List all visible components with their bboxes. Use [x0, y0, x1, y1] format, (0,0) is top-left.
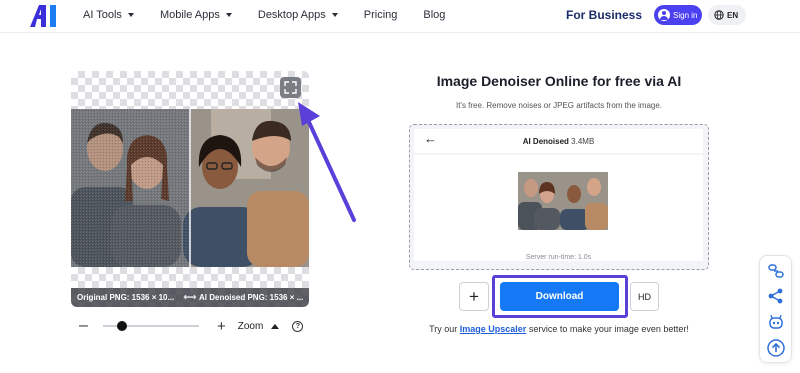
result-thumbnail[interactable] — [518, 172, 608, 230]
share-icon[interactable] — [767, 287, 785, 305]
nav-ai-tools[interactable]: AI Tools — [83, 9, 134, 21]
language-selector[interactable]: EN — [708, 5, 746, 25]
top-navigation-bar: AI Tools Mobile Apps Desktop Apps Pricin… — [0, 0, 800, 33]
zoom-out-button[interactable]: – — [79, 317, 91, 335]
chevron-down-icon — [225, 13, 232, 17]
robot-icon[interactable] — [767, 313, 785, 331]
result-label: AI Denoised — [522, 136, 569, 146]
promo-prefix: Try our — [429, 324, 458, 334]
nav-mobile-apps-label: Mobile Apps — [159, 9, 220, 21]
compare-labels-bar: Original PNG: 1536 × 10... ⟷ AI Denoised… — [71, 288, 309, 307]
floating-toolbar — [759, 255, 792, 363]
chevron-up-icon[interactable] — [271, 323, 280, 329]
promo-suffix: service to make your image even better! — [528, 324, 689, 334]
zoom-slider-handle[interactable] — [117, 321, 128, 331]
sign-in-label: Sign in — [673, 10, 698, 20]
swap-arrows-icon: ⟷ — [183, 292, 197, 302]
scroll-top-icon[interactable] — [767, 339, 785, 357]
nav-blog[interactable]: Blog — [423, 9, 445, 21]
user-icon — [658, 9, 670, 21]
nav-pricing-label: Pricing — [363, 9, 398, 21]
annotation-arrow-icon — [298, 102, 356, 222]
main-nav: AI Tools Mobile Apps Desktop Apps Pricin… — [83, 0, 471, 30]
help-icon[interactable]: ? — [292, 320, 304, 332]
result-preview-area: Server run-time: 1.0s — [414, 155, 703, 261]
page-title: Image Denoiser Online for free via AI — [436, 73, 682, 89]
brand-logo[interactable] — [30, 5, 70, 27]
zoom-controls: – + Zoom ? — [79, 316, 304, 336]
nav-mobile-apps[interactable]: Mobile Apps — [160, 9, 232, 21]
page-subtitle: It's free. Remove noises or JPEG artifac… — [455, 101, 663, 110]
nav-pricing[interactable]: Pricing — [364, 9, 398, 21]
zoom-in-button[interactable]: + — [217, 318, 226, 335]
globe-icon — [714, 10, 724, 20]
result-header: ← AI Denoised 3.4MB — [414, 129, 703, 153]
hd-button[interactable]: HD — [630, 282, 659, 311]
add-image-button[interactable]: + — [459, 282, 489, 311]
before-after-compare-viewer[interactable]: Original PNG: 1536 × 10... ⟷ AI Denoised… — [71, 71, 309, 307]
download-button[interactable]: Download — [500, 282, 619, 311]
result-panel: ← AI Denoised 3.4MB Server run-time: 1.0… — [409, 124, 709, 270]
for-business-link[interactable]: For Business — [566, 8, 642, 22]
original-label: Original PNG: 1536 × 10... — [77, 293, 175, 302]
server-runtime: Server run-time: 1.0s — [525, 254, 592, 261]
chevron-down-icon — [331, 13, 338, 17]
fullscreen-button[interactable] — [280, 77, 301, 98]
zoom-dropdown-label[interactable]: Zoom — [238, 321, 264, 332]
compare-divider[interactable] — [189, 109, 191, 295]
chevron-down-icon — [127, 13, 134, 17]
file-size: 3.4MB — [571, 136, 595, 146]
nav-ai-tools-label: AI Tools — [83, 9, 122, 21]
back-arrow-icon[interactable]: ← — [424, 131, 437, 146]
link-share-icon[interactable] — [767, 262, 785, 280]
upscaler-promo: Try our Image Upscaler service to make y… — [409, 324, 709, 334]
expand-icon — [284, 81, 297, 94]
zoom-slider[interactable] — [103, 321, 199, 331]
language-label: EN — [727, 10, 739, 20]
denoised-label: AI Denoised PNG: 1536 × ... — [199, 293, 304, 302]
nav-blog-label: Blog — [423, 9, 446, 21]
nav-desktop-apps-label: Desktop Apps — [257, 9, 326, 21]
sign-in-button[interactable]: Sign in — [654, 5, 702, 25]
plus-icon: + — [469, 286, 479, 306]
nav-desktop-apps[interactable]: Desktop Apps — [258, 9, 338, 21]
image-upscaler-link[interactable]: Image Upscaler — [460, 324, 527, 334]
result-title: AI Denoised 3.4MB — [414, 137, 703, 146]
